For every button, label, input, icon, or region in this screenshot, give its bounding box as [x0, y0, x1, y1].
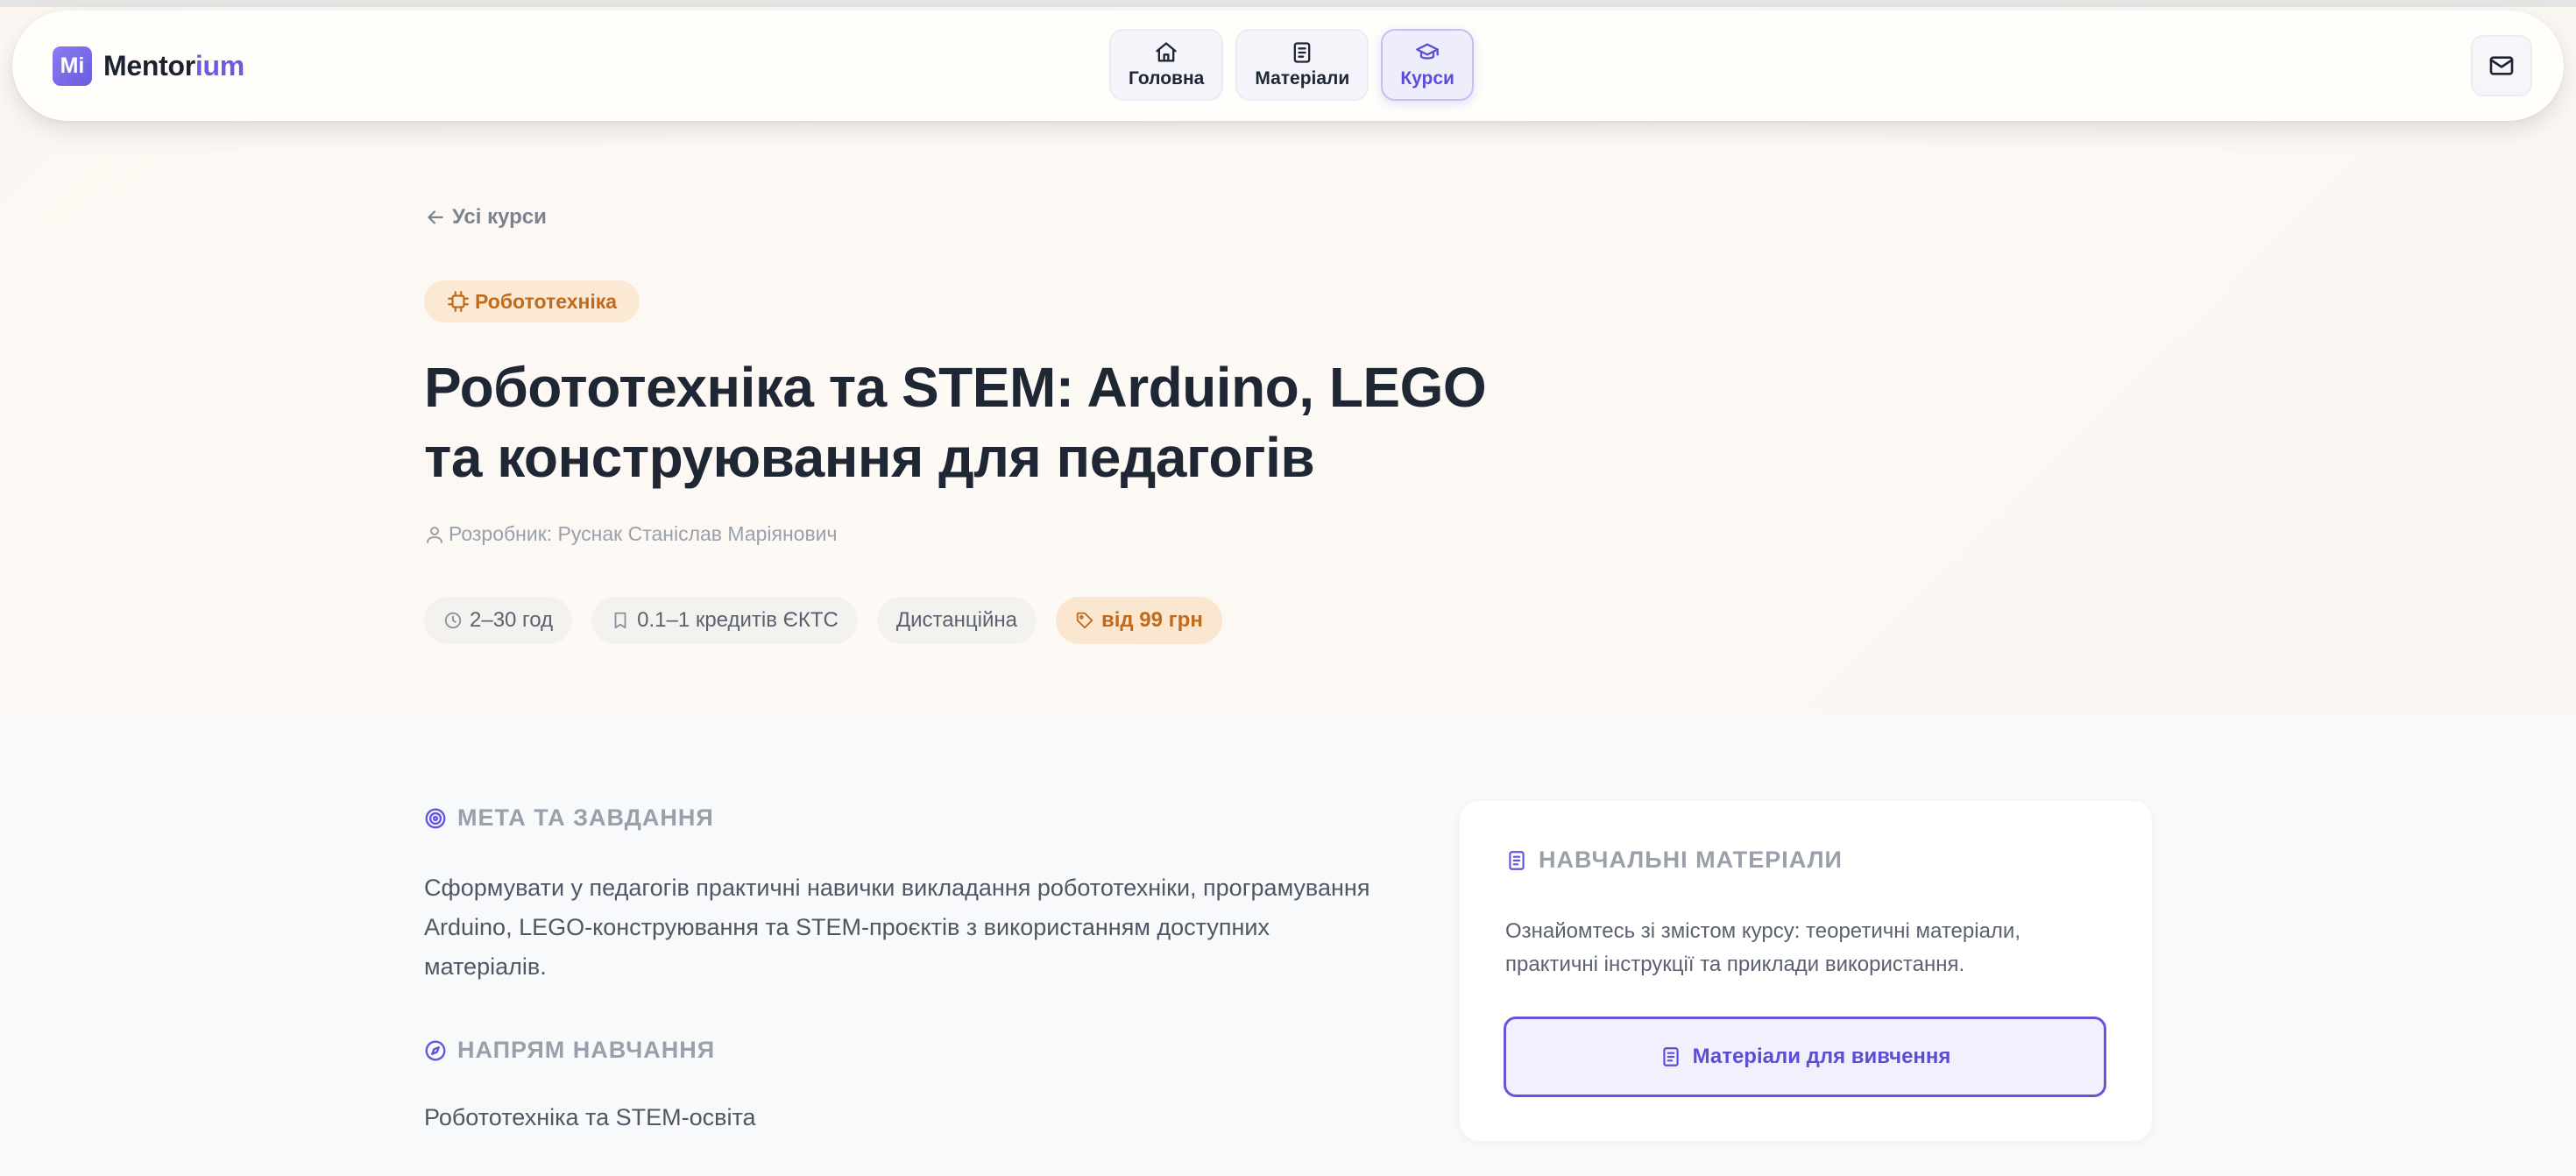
direction-value: Робототехніка та STEM-освіта [424, 1104, 756, 1130]
materials-card-description: Ознайомтесь зі змістом курсу: теоретичні… [1505, 915, 2110, 981]
bookmark-icon [614, 612, 626, 629]
materials-card-heading-label: НАВЧАЛЬНІ МАТЕРІАЛИ [1539, 847, 1843, 873]
price-chip: від 99 грн [1055, 597, 1222, 644]
format-label: Дистанційна [895, 608, 1017, 632]
chip-icon [448, 291, 469, 312]
goal-line-1: Сформувати у педагогів практичні навички… [424, 875, 1370, 901]
course-title: Робототехніка та STEM: Arduino, LEGO та … [424, 352, 1651, 492]
nav-courses[interactable]: Курси [1381, 29, 1474, 101]
main-nav: Головна Матеріали Курси [1109, 29, 1474, 101]
logo-mark: Mi [53, 46, 92, 86]
arrow-left-icon [428, 210, 443, 224]
direction-heading: НАПРЯМ НАВЧАННЯ [424, 1037, 715, 1064]
compass-icon [425, 1040, 446, 1060]
credits-chip: 0.1–1 кредитів ЄКТС [591, 597, 858, 644]
price-label: від 99 грн [1100, 608, 1203, 632]
logo-text-prefix: Mentor [103, 50, 195, 81]
duration-chip: 2–30 год [424, 597, 573, 644]
course-meta-chips: 2–30 год 0.1–1 кредитів ЄКТС Дистанційна… [424, 597, 1222, 644]
logo-text-suffix: ium [195, 50, 244, 81]
back-label: Усі курси [452, 205, 547, 229]
goal-line-3: матеріалів. [424, 953, 547, 980]
nav-materials-label: Матеріали [1255, 68, 1350, 89]
browser-top-strip [0, 0, 2576, 7]
developer-label: Розробник: Руснак Станіслав Маріянович [449, 522, 838, 545]
goal-heading-label: МЕТА ТА ЗАВДАННЯ [457, 804, 714, 831]
graduation-cap-icon [1416, 43, 1439, 60]
format-chip: Дистанційна [876, 597, 1037, 644]
back-to-courses-link[interactable]: Усі курси [424, 205, 547, 230]
logo-text: Mentorium [103, 50, 244, 82]
clock-icon [444, 612, 462, 629]
developer-info: Розробник: Руснак Станіслав Маріянович [424, 522, 838, 546]
direction-heading-label: НАПРЯМ НАВЧАННЯ [457, 1037, 716, 1063]
course-title-line-1: Робототехніка та STEM: Arduino, LEGO [424, 356, 1487, 419]
materials-card-heading: НАВЧАЛЬНІ МАТЕРІАЛИ [1505, 847, 1843, 874]
nav-home[interactable]: Головна [1109, 29, 1224, 101]
materials-card-line-2: практичні інструкції та приклади викорис… [1505, 953, 1965, 976]
home-icon [1156, 42, 1177, 62]
mail-icon [2489, 56, 2514, 75]
materials-card-line-1: Ознайомтесь зі змістом курсу: теоретичні… [1505, 919, 2020, 943]
book-icon [1293, 42, 1311, 63]
study-materials-button-label: Матеріали для вивчення [1692, 1045, 1951, 1068]
category-label: Робототехніка [475, 289, 618, 313]
user-icon [427, 526, 442, 543]
category-badge: Робототехніка [424, 280, 640, 322]
goal-heading: МЕТА ТА ЗАВДАННЯ [424, 804, 714, 832]
top-navbar: Mi Mentorium Головна Матеріали Курси [12, 11, 2564, 121]
duration-label: 2–30 год [470, 608, 554, 632]
nav-materials[interactable]: Матеріали [1235, 29, 1369, 101]
document-icon [1662, 1047, 1679, 1066]
nav-courses-label: Курси [1400, 68, 1454, 89]
nav-home-label: Головна [1129, 68, 1205, 89]
tag-icon [1076, 612, 1093, 629]
logo[interactable]: Mi Mentorium [53, 46, 244, 86]
mail-button[interactable] [2471, 35, 2532, 96]
document-icon [1509, 850, 1525, 870]
target-icon [425, 808, 446, 828]
credits-label: 0.1–1 кредитів ЄКТС [637, 608, 839, 632]
goal-description: Сформувати у педагогів практичні навички… [424, 868, 1405, 987]
materials-card: НАВЧАЛЬНІ МАТЕРІАЛИ Ознайомтесь зі зміст… [1460, 801, 2152, 1141]
study-materials-button[interactable]: Матеріали для вивчення [1504, 1017, 2106, 1097]
course-title-line-2: та конструювання для педагогів [424, 426, 1315, 489]
goal-line-2: Arduino, LEGO-конструювання та STEM-проє… [424, 914, 1270, 940]
